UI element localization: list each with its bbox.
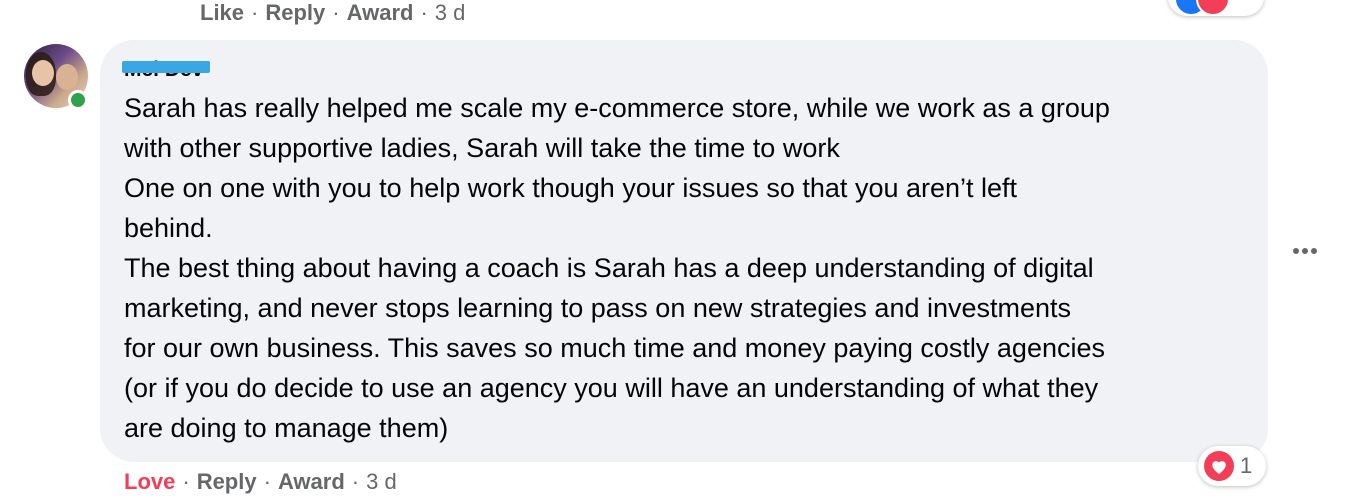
redaction-mark <box>122 61 210 73</box>
separator: · <box>251 0 259 25</box>
like-button[interactable]: Like <box>200 0 244 26</box>
separator: · <box>351 469 360 494</box>
comment-line: are doing to manage them) <box>124 413 449 443</box>
comment-line: marketing, and never stops learning to p… <box>124 293 1072 323</box>
award-button[interactable]: Award <box>278 469 345 495</box>
reply-button[interactable]: Reply <box>197 469 257 495</box>
comment-actions: Love · Reply · Award · 3 d <box>124 466 397 498</box>
separator: · <box>332 0 340 25</box>
comment-line: behind. <box>124 213 213 243</box>
comment-line: with other supportive ladies, Sarah will… <box>124 133 840 163</box>
comment-text: Sarah has really helped me scale my e-co… <box>124 88 1254 448</box>
comment-line: Sarah has really helped me scale my e-co… <box>124 93 1110 123</box>
avatar-photo-detail <box>32 60 54 86</box>
reaction-summary[interactable]: 1 <box>1198 446 1266 486</box>
comment-line: (or if you do decide to use an agency yo… <box>124 373 1099 403</box>
comment-thread: Like · Reply · Award · 3 d 2 Mel Dev Sar… <box>0 0 1354 502</box>
comment-line: for our own business. This saves so much… <box>124 333 1105 363</box>
heart-icon <box>1204 451 1234 481</box>
reply-button[interactable]: Reply <box>265 0 325 26</box>
comment-line: One on one with you to help work though … <box>124 173 1018 203</box>
timestamp[interactable]: 3 d <box>435 0 466 26</box>
reaction-count: 1 <box>1240 453 1253 478</box>
comment-line: The best thing about having a coach is S… <box>124 253 1094 283</box>
more-horizontal-icon <box>1293 248 1317 254</box>
avatar-photo-detail <box>56 64 78 90</box>
reaction-count: 2 <box>1238 0 1250 6</box>
more-options-button[interactable] <box>1290 238 1320 264</box>
comment-bubble: Mel Dev Sarah has really helped me scale… <box>100 40 1268 462</box>
previous-comment-actions: Like · Reply · Award · 3 d <box>200 0 465 28</box>
online-status-icon <box>68 90 88 110</box>
love-button[interactable]: Love <box>124 469 175 495</box>
separator: · <box>182 469 190 494</box>
award-button[interactable]: Award <box>347 0 414 26</box>
heart-reaction-icon <box>1196 0 1230 16</box>
previous-reaction-summary[interactable]: 2 <box>1168 0 1264 16</box>
separator: · <box>263 469 271 494</box>
timestamp[interactable]: 3 d <box>366 469 397 495</box>
separator: · <box>420 0 428 25</box>
